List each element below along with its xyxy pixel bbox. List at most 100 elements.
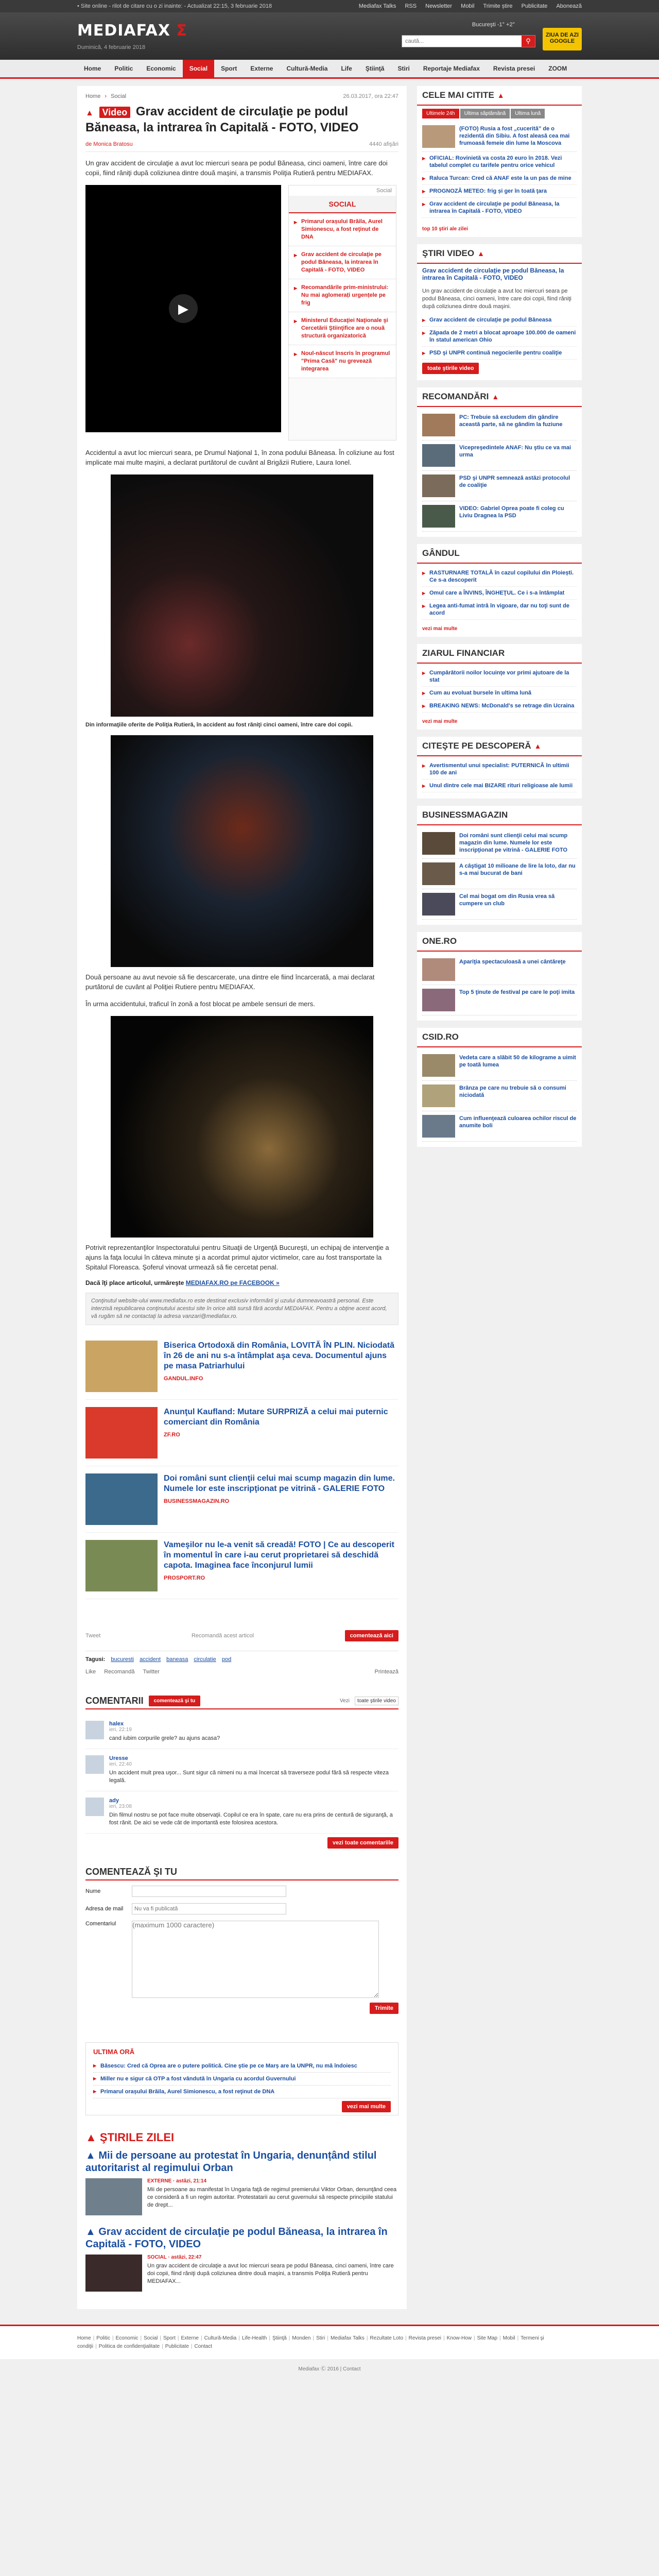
footer-link[interactable]: Social [144,2335,158,2341]
breadcrumb-home[interactable]: Home [85,93,100,99]
topbar-link[interactable]: RSS [405,3,417,9]
nav-item-politic[interactable]: Politic [108,60,140,77]
nav-item-cultur-media[interactable]: Cultură-Media [280,60,334,77]
daily-story-title[interactable]: ▲ Grav accident de circulaţie pe podul B… [85,2226,398,2250]
footer-link[interactable]: Rezultate Loto [370,2335,404,2341]
most-read-item[interactable]: Grav accident de circulaţie pe podul Băn… [422,198,577,218]
gandul-item[interactable]: RASTURNARE TOTALĂ în cazul copilului din… [422,567,577,587]
promo-title[interactable]: Vameşilor nu le-a venit să creadă! FOTO … [164,1540,398,1571]
footer-link[interactable]: Politic [96,2335,110,2341]
ultima-ora-item[interactable]: Băsescu: Cred că Oprea are o putere poli… [93,2060,391,2073]
related-item[interactable]: Grav accident de circulaţie pe podul Băn… [289,246,396,279]
tag-link[interactable]: accident [140,1656,161,1663]
promo-image[interactable] [85,1341,158,1392]
csid-item[interactable]: Brânza pe care nu trebuie să o consumi n… [422,1081,577,1111]
nav-item-life[interactable]: Life [334,60,358,77]
zf-item[interactable]: Cumpărătorii noilor locuinţe vor primi a… [422,667,577,687]
promo-item[interactable]: Anunţul Kaufland: Mutare SURPRIZĂ a celu… [85,1400,398,1466]
submit-comment-button[interactable]: Trimite [369,2003,398,2014]
promo-source[interactable]: BUSINESSMAGAZIN.RO [164,1498,398,1504]
tag-link[interactable]: baneasa [166,1656,188,1663]
tag-link[interactable]: circulatie [194,1656,216,1663]
recommendation-item[interactable]: Vicepreşedintele ANAF: Nu ştiu ce va mai… [422,440,577,471]
ziua-badge[interactable]: ZIUA DE AZI GOOGLE [543,28,582,50]
recommendation-item[interactable]: PSD şi UNPR semnează astăzi protocolul d… [422,471,577,501]
csid-item[interactable]: Cum influenţează culoarea ochilor riscul… [422,1111,577,1142]
gandul-more-link[interactable]: vezi mai multe [417,623,582,637]
zf-item[interactable]: Cum au evoluat bursele în ultima lună [422,687,577,700]
facebook-link[interactable]: MEDIAFAX.RO pe FACEBOOK » [186,1279,280,1286]
video-player[interactable]: ▶ [85,185,281,432]
related-item[interactable]: Ministerul Educaţiei Naţionale şi Cercet… [289,312,396,345]
most-read-featured[interactable]: (FOTO) Rusia a fost „cucerită” de o rezi… [422,122,577,152]
footer-link[interactable]: Stiri [316,2335,325,2341]
video-news-item[interactable]: PSD şi UNPR continuă negocierile pentru … [422,347,577,360]
footer-link[interactable]: Contact [195,2344,212,2349]
comment-here-button[interactable]: comentează aici [344,1630,398,1641]
business-item[interactable]: Doi români sunt clienţii celui mai scump… [422,828,577,859]
tab-24h[interactable]: Ultimele 24h [422,109,459,118]
video-news-item[interactable]: Zăpada de 2 metri a blocat aproape 100.0… [422,327,577,347]
article-author[interactable]: de Monica Bratosu [85,141,133,147]
like-button[interactable]: Like [85,1669,96,1675]
footer-link[interactable]: Revista presei [409,2335,441,2341]
topbar-link[interactable]: Publicitate [522,3,548,9]
daily-story-thumb[interactable] [85,2255,142,2292]
print-button[interactable]: Printează [375,1669,398,1675]
csid-item[interactable]: Vedeta care a slăbit 50 de kilograme a u… [422,1050,577,1081]
footer-link[interactable]: Know-How [447,2335,472,2341]
comment-user[interactable]: halex [109,1721,220,1727]
comment-textarea[interactable] [132,1921,379,1998]
descopera-item[interactable]: Unul dintre cele mai BIZARE rituri relig… [422,779,577,792]
nav-item-revista-presei[interactable]: Revista presei [487,60,542,77]
accident-photo-1[interactable] [111,474,373,717]
more-news-button[interactable]: vezi mai multe [341,2101,391,2112]
topbar-link[interactable]: Abonează [556,3,582,9]
search-icon[interactable]: ⚲ [522,36,535,47]
recommend-button[interactable]: Recomandă [104,1669,134,1675]
nav-item-economic[interactable]: Economic [140,60,182,77]
footer-link[interactable]: Life-Health [242,2335,267,2341]
footer-link[interactable]: Politica de confidenţialitate [99,2344,160,2349]
footer-link[interactable]: Site Map [477,2335,497,2341]
nav-item-stiri[interactable]: Stiri [391,60,416,77]
footer-link[interactable]: Externe [181,2335,198,2341]
email-field[interactable] [132,1903,286,1914]
promo-image[interactable] [85,1407,158,1459]
footer-link[interactable]: Sport [163,2335,176,2341]
topbar-link[interactable]: Mediafax Talks [359,3,396,9]
related-item[interactable]: Primarul orașului Brăila, Aurel Simiones… [289,213,396,246]
daily-story-title[interactable]: ▲ Mii de persoane au protestat în Ungari… [85,2149,398,2174]
most-read-item[interactable]: PROGNOZĂ METEO: frig și ger în toată ţar… [422,185,577,198]
recommendation-item[interactable]: VIDEO: Gabriel Oprea poate fi coleg cu L… [422,501,577,532]
promo-item[interactable]: Doi români sunt clienţii celui mai scump… [85,1466,398,1533]
footer-link[interactable]: Cultură-Media [204,2335,237,2341]
nav-item-reportaje-mediafax[interactable]: Reportaje Mediafax [417,60,487,77]
nav-item-externe[interactable]: Externe [244,60,280,77]
footer-link[interactable]: Ştiinţă [272,2335,287,2341]
descopera-item[interactable]: Avertismentul unui specialist: PUTERNICĂ… [422,759,577,779]
footer-link[interactable]: Home [77,2335,91,2341]
one-item[interactable]: Apariţia spectaculoasă a unei cântăreţe [422,955,577,985]
promo-source[interactable]: GANDUL.INFO [164,1376,398,1382]
search-input[interactable] [402,36,522,47]
nav-item-social[interactable]: Social [182,60,215,77]
promo-image[interactable] [85,1540,158,1591]
one-item[interactable]: Top 5 ţinute de festival pe care le poţi… [422,985,577,1015]
ultima-ora-item[interactable]: Primarul orașului Brăila, Aurel Simiones… [93,2086,391,2098]
tag-link[interactable]: bucuresti [111,1656,134,1663]
video-news-item[interactable]: Grav accident de circulaţie pe podul Băn… [422,314,577,327]
footer-link[interactable]: Economic [116,2335,138,2341]
related-item[interactable]: Recomandările prim-ministrului: Nu mai a… [289,279,396,312]
write-comment-button[interactable]: comentează şi tu [148,1696,201,1706]
footer-link[interactable]: Mediafax Talks [331,2335,365,2341]
promo-item[interactable]: Biserica Ortodoxă din România, LOVITĂ ÎN… [85,1333,398,1400]
tab-week[interactable]: Ultima săptămână [460,109,510,118]
footer-link[interactable]: Mobil [503,2335,515,2341]
tweet-link[interactable]: Tweet [85,1633,100,1639]
topbar-link[interactable]: Trimite știre [483,3,513,9]
all-comments-button[interactable]: vezi toate comentariile [327,1837,398,1849]
zf-more-link[interactable]: vezi mai multe [417,716,582,730]
most-read-item[interactable]: Raluca Turcan: Cred că ANAF este la un p… [422,172,577,185]
footer-link[interactable]: Publicitate [165,2344,189,2349]
